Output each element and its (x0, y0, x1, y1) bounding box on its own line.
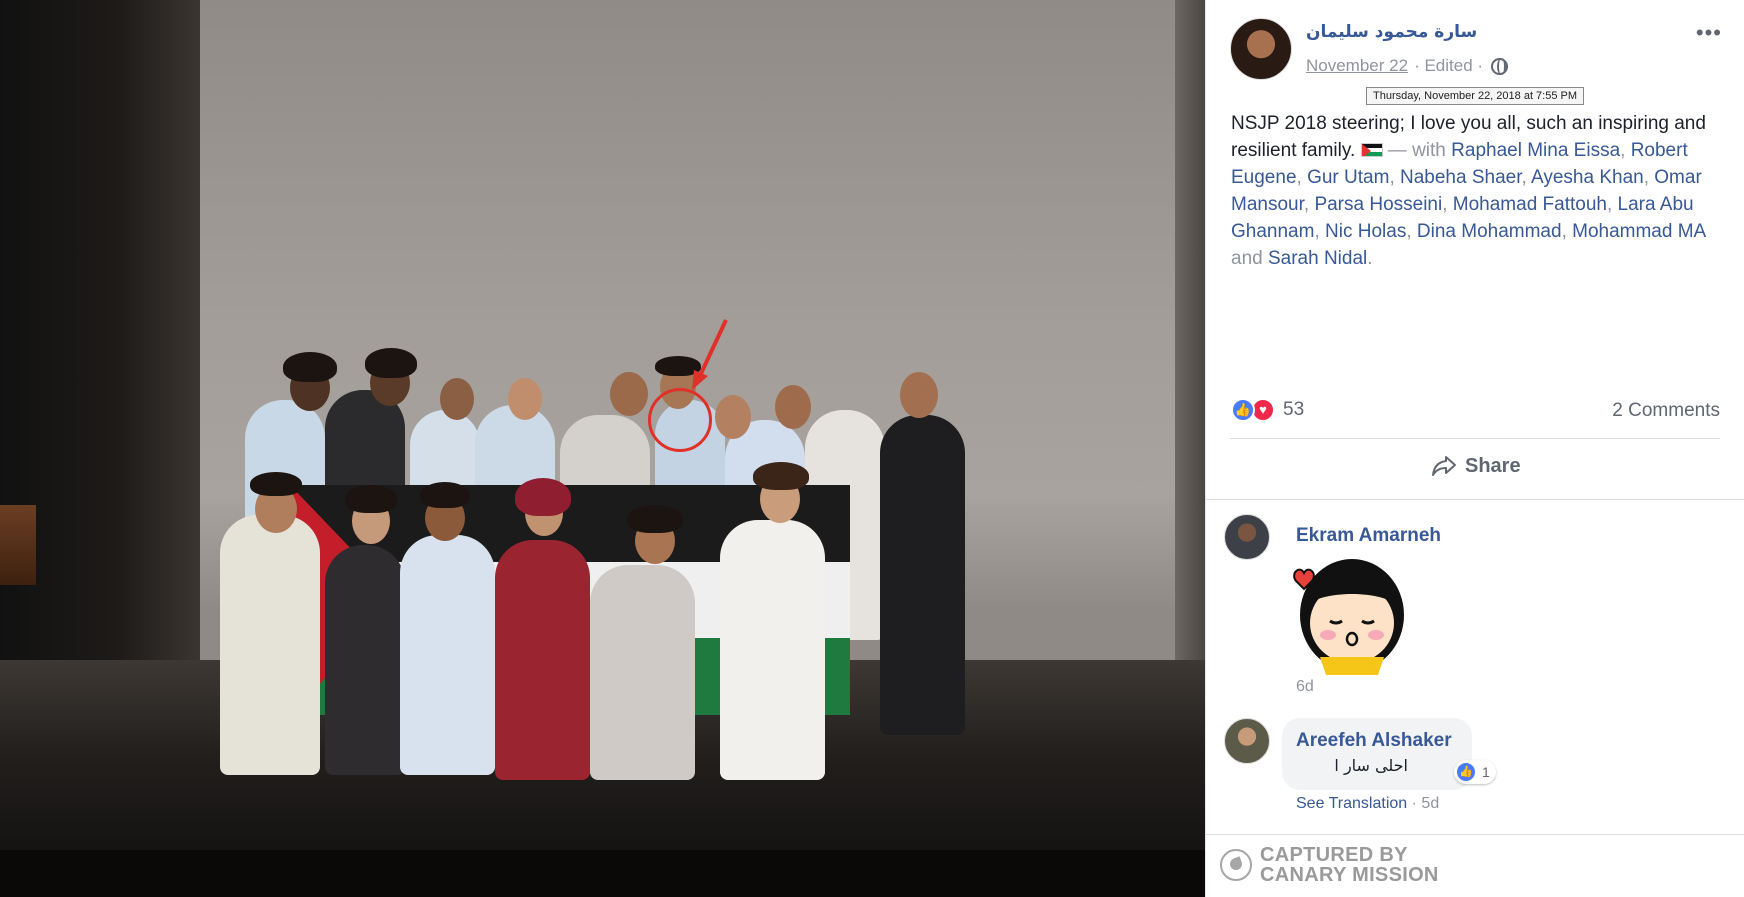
comment-text: احلى سار ا (1334, 756, 1408, 775)
post-details-panel: سارة محمود سليمان ••• November 22 · Edit… (1205, 0, 1744, 897)
see-translation-link[interactable]: See Translation (1296, 795, 1407, 812)
share-button[interactable]: Share (1431, 454, 1521, 478)
post-date-link[interactable]: November 22 (1306, 56, 1408, 76)
podium (0, 505, 36, 585)
annotation-circle (648, 388, 712, 452)
author-avatar[interactable] (1230, 18, 1292, 80)
canary-logo-icon (1220, 849, 1252, 881)
sticker-image (1293, 559, 1404, 675)
stage-edge (0, 850, 1205, 897)
author-name[interactable]: سارة محمود سليمان (1306, 22, 1477, 42)
tagged-person[interactable]: Mohammad MA (1572, 221, 1705, 242)
post-photo[interactable] (0, 0, 1205, 897)
stage-curtain (0, 0, 200, 700)
with-label: — with (1387, 140, 1446, 161)
watermark-text: CAPTURED BY CANARY MISSION (1260, 844, 1439, 886)
stage-wall-edge (1175, 0, 1205, 680)
divider (1206, 834, 1744, 835)
and-label: and (1231, 248, 1263, 269)
share-label: Share (1465, 454, 1521, 477)
tagged-person[interactable]: Ayesha Khan (1531, 167, 1644, 188)
tagged-person[interactable]: Raphael Mina Eissa (1451, 140, 1620, 161)
more-options-icon[interactable]: ••• (1696, 22, 1722, 44)
like-icon: 👍 (1455, 761, 1477, 783)
divider (1230, 438, 1720, 439)
comment-bubble (1282, 718, 1472, 790)
palestine-flag-emoji (1360, 143, 1383, 157)
commenter-avatar[interactable] (1224, 514, 1270, 560)
comment-timestamp[interactable]: · 5d (1412, 795, 1440, 812)
reactions-summary[interactable]: 👍 ♥ 53 (1231, 398, 1304, 422)
tagged-person[interactable]: Dina Mohammad (1417, 221, 1562, 242)
comments-count-link[interactable]: 2 Comments (1612, 400, 1720, 422)
share-icon (1432, 456, 1456, 476)
post-text: NSJP 2018 steering; I love you all, such… (1231, 113, 1706, 269)
comment-actions: See Translation · 5d (1296, 795, 1439, 813)
post-meta: November 22 · Edited · (1306, 56, 1509, 76)
reaction-count: 53 (1283, 399, 1305, 420)
tagged-person[interactable]: Mohamad Fattouh (1453, 194, 1607, 215)
group-of-people (175, 320, 1055, 800)
comment-timestamp[interactable]: 6d (1296, 678, 1314, 696)
commenter-avatar[interactable] (1224, 718, 1270, 764)
tagged-person[interactable]: Parsa Hosseini (1314, 194, 1442, 215)
comment-reactions[interactable]: 👍 1 (1454, 760, 1496, 784)
tagged-person[interactable]: Gur Utam (1307, 167, 1389, 188)
date-tooltip: Thursday, November 22, 2018 at 7:55 PM (1366, 87, 1585, 105)
edited-label[interactable]: · Edited · (1414, 56, 1483, 76)
like-icon: 👍 (1231, 398, 1255, 422)
commenter-name[interactable]: Areefeh Alshaker (1296, 730, 1452, 752)
tagged-person[interactable]: Nic Holas (1325, 221, 1406, 242)
canary-mission-watermark: CAPTURED BY CANARY MISSION (1220, 845, 1439, 885)
globe-icon[interactable] (1491, 57, 1509, 75)
tagged-person[interactable]: Nabeha Shaer (1400, 167, 1522, 188)
commenter-name[interactable]: Ekram Amarneh (1296, 525, 1441, 547)
divider (1206, 499, 1744, 500)
tagged-person[interactable]: Sarah Nidal (1268, 248, 1367, 269)
annotation-arrow (692, 319, 728, 390)
comment-reaction-count: 1 (1482, 764, 1490, 780)
